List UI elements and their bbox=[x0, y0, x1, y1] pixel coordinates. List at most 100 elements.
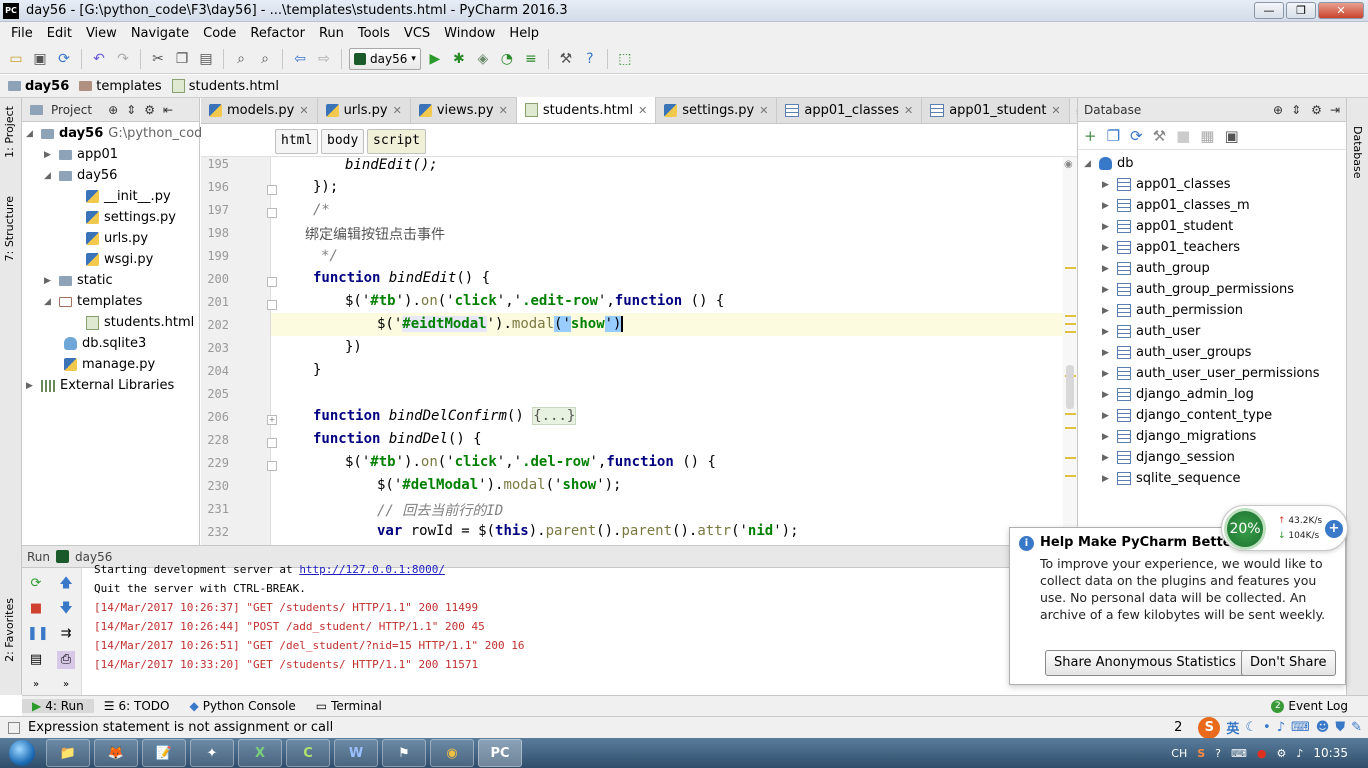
fold-expand-marker[interactable]: + bbox=[267, 415, 277, 425]
chevron-right-icon[interactable]: ▶ bbox=[1102, 306, 1112, 316]
chevron-right-icon[interactable]: ▶ bbox=[26, 381, 36, 391]
db-table-item[interactable]: ▶ auth_permission bbox=[1102, 300, 1243, 321]
db-table-item[interactable]: ▶ auth_user_groups bbox=[1102, 342, 1251, 363]
maximize-button[interactable]: ❐ bbox=[1286, 2, 1316, 19]
chevron-right-icon[interactable]: ▶ bbox=[44, 150, 54, 160]
network-speed-widget[interactable]: 20% ↑ 43.2K/s ↓ 104K/s + bbox=[1221, 505, 1348, 551]
fold-marker[interactable] bbox=[267, 185, 277, 195]
chevron-right-icon[interactable]: ▶ bbox=[1102, 453, 1112, 463]
copy-icon[interactable]: ❐ bbox=[172, 49, 192, 69]
close-tab-icon[interactable]: ✕ bbox=[499, 104, 508, 117]
chevron-down-icon[interactable]: ◢ bbox=[44, 171, 54, 181]
close-tab-icon[interactable]: ✕ bbox=[638, 104, 647, 117]
vcs-icon[interactable]: ⬚ bbox=[615, 49, 635, 69]
hide-icon[interactable]: ⇥ bbox=[1330, 103, 1340, 117]
database-tool-tab[interactable]: Database bbox=[1351, 126, 1364, 179]
menu-file[interactable]: File bbox=[4, 26, 40, 41]
back-icon[interactable]: ⇦ bbox=[290, 49, 310, 69]
error-stripe[interactable]: ◉ bbox=[1063, 157, 1077, 545]
tree-item-external-libraries[interactable]: ▶ External Libraries bbox=[26, 375, 174, 396]
breadcrumb-item-students-html[interactable]: students.html bbox=[171, 79, 279, 94]
project-header-label[interactable]: Project bbox=[51, 103, 92, 117]
copy-icon[interactable]: ❐ bbox=[1107, 127, 1120, 145]
collapse-icon[interactable]: ⇕ bbox=[126, 103, 136, 117]
layout-icon[interactable]: ▤ bbox=[27, 651, 45, 669]
chevron-right-icon[interactable]: ▶ bbox=[1102, 327, 1112, 337]
sync-icon[interactable]: ⊕ bbox=[1273, 103, 1283, 117]
tree-item-static[interactable]: ▶ static bbox=[44, 270, 113, 291]
menu-vcs[interactable]: VCS bbox=[397, 26, 437, 41]
chevron-right-icon[interactable]: ▶ bbox=[1102, 243, 1112, 253]
chevron-right-icon[interactable]: ▶ bbox=[1102, 432, 1112, 442]
chevron-right-icon[interactable]: ▶ bbox=[1102, 264, 1112, 274]
tree-item-settings-py[interactable]: settings.py bbox=[86, 207, 176, 228]
tab-students-html[interactable]: students.html ✕ bbox=[516, 97, 657, 123]
minimize-button[interactable]: — bbox=[1254, 2, 1284, 19]
tree-item-root[interactable]: ◢ day56 G:\python_code bbox=[26, 123, 210, 144]
properties-icon[interactable]: ⚒ bbox=[1153, 127, 1166, 145]
ime-toolbar[interactable]: S 英 ☾ • ♪ ⌨ ☻ ⛊ ✎ bbox=[1198, 716, 1362, 739]
db-table-item[interactable]: ▶ auth_group_permissions bbox=[1102, 279, 1294, 300]
tag-path-body[interactable]: body bbox=[321, 129, 365, 154]
db-table-item[interactable]: ▶ app01_classes bbox=[1102, 174, 1231, 195]
tag-path-script[interactable]: script bbox=[367, 129, 426, 154]
tray-record-icon[interactable]: ● bbox=[1257, 747, 1267, 760]
scroll-thumb[interactable] bbox=[1066, 365, 1074, 409]
event-log-button[interactable]: 2 Event Log bbox=[1261, 699, 1358, 713]
tab-app01-student[interactable]: app01_student ✕ bbox=[922, 98, 1070, 123]
taskbar-app-word[interactable]: W bbox=[334, 739, 378, 767]
taskbar-app-browser[interactable]: 🦊 bbox=[94, 739, 138, 767]
run-config-select[interactable]: day56 ▾ bbox=[349, 47, 421, 70]
taskbar-app-code[interactable]: C bbox=[286, 739, 330, 767]
settings-icon[interactable]: ⚒ bbox=[556, 49, 576, 69]
coverage-icon[interactable]: ◈ bbox=[473, 49, 493, 69]
help-icon[interactable]: ? bbox=[580, 49, 600, 69]
chevron-right-icon[interactable]: ▶ bbox=[1102, 201, 1112, 211]
menu-help[interactable]: Help bbox=[502, 26, 546, 41]
chevron-right-icon[interactable]: ▶ bbox=[1102, 285, 1112, 295]
fold-marker[interactable] bbox=[267, 208, 277, 218]
redo-icon[interactable]: ↷ bbox=[113, 49, 133, 69]
tab-urls-py[interactable]: urls.py ✕ bbox=[317, 98, 411, 123]
debug-icon[interactable]: ✱ bbox=[449, 49, 469, 69]
tray-keyboard-icon[interactable]: ⌨ bbox=[1231, 747, 1247, 760]
chevron-right-icon[interactable]: ▶ bbox=[44, 276, 54, 286]
tab-todo[interactable]: ☰ 6: TODO bbox=[94, 699, 180, 713]
code-editor[interactable]: 195 196 197 198 199 200 201 202 203 204 … bbox=[201, 157, 1077, 545]
db-table-item[interactable]: ▶ app01_teachers bbox=[1102, 237, 1240, 258]
structure-tool-tab[interactable]: 7: Structure bbox=[3, 196, 16, 261]
more-icon[interactable]: » bbox=[27, 676, 45, 694]
taskbar-app-notepad[interactable]: 📝 bbox=[142, 739, 186, 767]
undo-icon[interactable]: ↶ bbox=[89, 49, 109, 69]
sync-icon[interactable]: ⟳ bbox=[54, 49, 74, 69]
tab-terminal[interactable]: ▭ Terminal bbox=[306, 699, 392, 713]
menu-refactor[interactable]: Refactor bbox=[243, 26, 312, 41]
warning-mark[interactable] bbox=[1065, 475, 1076, 477]
table-view-icon[interactable]: ▦ bbox=[1200, 127, 1214, 145]
server-url-link[interactable]: http://127.0.0.1:8000/ bbox=[299, 563, 445, 576]
close-tab-icon[interactable]: ✕ bbox=[393, 104, 402, 117]
breadcrumb-item-day56[interactable]: day56 bbox=[8, 79, 69, 94]
database-header-label[interactable]: Database bbox=[1084, 103, 1141, 117]
tree-item-urls-py[interactable]: urls.py bbox=[86, 228, 148, 249]
menu-run[interactable]: Run bbox=[312, 26, 351, 41]
chevron-right-icon[interactable]: ▶ bbox=[1102, 348, 1112, 358]
stop-icon[interactable]: ■ bbox=[1176, 127, 1190, 145]
warning-mark[interactable] bbox=[1065, 315, 1076, 317]
chevron-down-icon[interactable]: ◢ bbox=[26, 129, 36, 139]
menu-code[interactable]: Code bbox=[196, 26, 243, 41]
tab-models-py[interactable]: models.py ✕ bbox=[201, 98, 318, 123]
chevron-down-icon[interactable]: ◢ bbox=[1084, 159, 1094, 169]
tray-language[interactable]: CH bbox=[1171, 747, 1187, 760]
find-icon[interactable]: ⌕ bbox=[231, 49, 251, 69]
chevron-right-icon[interactable]: ▶ bbox=[1102, 222, 1112, 232]
tree-item-manage-py[interactable]: manage.py bbox=[64, 354, 155, 375]
favorites-tool-tab[interactable]: 2: Favorites bbox=[3, 598, 16, 662]
rerun-icon[interactable]: ⟳ bbox=[27, 575, 45, 593]
warning-mark[interactable] bbox=[1065, 331, 1076, 333]
warning-mark[interactable] bbox=[1065, 267, 1076, 269]
run-icon[interactable]: ▶ bbox=[425, 49, 445, 69]
taskbar-app-paint[interactable]: ✦ bbox=[190, 739, 234, 767]
chevron-right-icon[interactable]: ▶ bbox=[1102, 474, 1112, 484]
boost-icon[interactable]: + bbox=[1325, 520, 1343, 538]
